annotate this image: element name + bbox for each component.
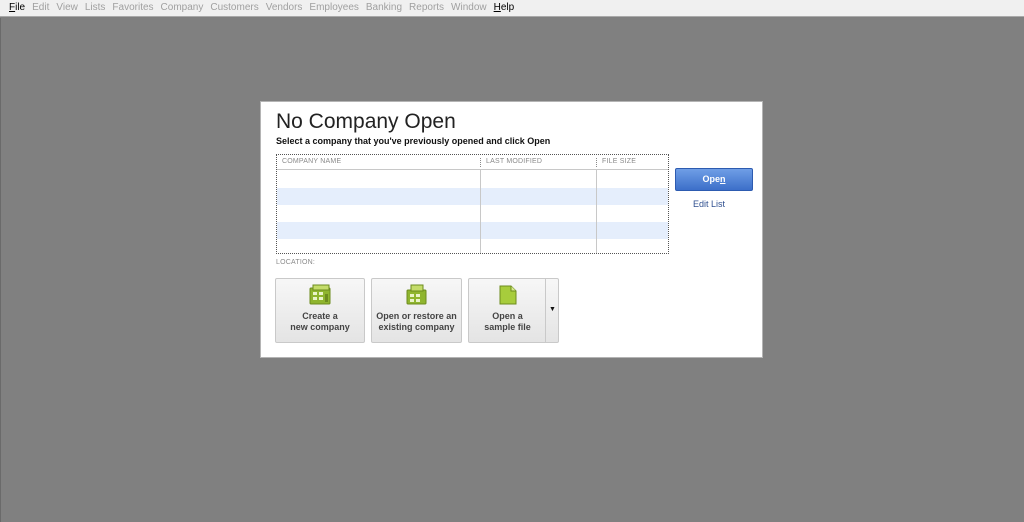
menu-file[interactable]: File — [9, 0, 25, 16]
menu-vendors[interactable]: Vendors — [266, 0, 303, 16]
column-header-company-name[interactable]: COMPANY NAME — [282, 158, 341, 165]
company-list-header: COMPANY NAME LAST MODIFIED FILE SIZE — [277, 155, 668, 170]
restore-line1: Open or restore an — [376, 311, 457, 321]
menu-favorites[interactable]: Favorites — [112, 0, 153, 16]
edit-list-link[interactable]: Edit List — [693, 199, 725, 209]
dropdown-arrow-icon: ▼ — [549, 306, 556, 313]
menu-edit[interactable]: Edit — [32, 0, 49, 16]
location-label: LOCATION: — [276, 259, 315, 266]
column-separator[interactable] — [596, 158, 597, 167]
create-line1: Create a — [302, 311, 338, 321]
create-line2: new company — [290, 322, 350, 332]
menu-customers[interactable]: Customers — [210, 0, 258, 16]
column-divider — [596, 170, 597, 253]
no-company-open-dialog: No Company Open Select a company that yo… — [260, 101, 763, 358]
open-button[interactable]: Open — [675, 168, 753, 191]
menu-bar: File Edit View Lists Favorites Company C… — [0, 0, 1024, 17]
new-company-icon — [309, 284, 333, 306]
menu-reports[interactable]: Reports — [409, 0, 444, 16]
column-separator[interactable] — [480, 158, 481, 167]
menu-company[interactable]: Company — [161, 0, 204, 16]
menu-employees[interactable]: Employees — [309, 0, 358, 16]
sample-line1: Open a — [492, 311, 523, 321]
column-header-file-size[interactable]: FILE SIZE — [602, 158, 636, 165]
restore-line2: existing company — [378, 322, 454, 332]
dialog-subtitle: Select a company that you've previously … — [276, 136, 550, 146]
create-new-company-button[interactable]: Create anew company — [275, 278, 365, 343]
existing-company-icon — [405, 284, 429, 306]
list-row[interactable] — [277, 205, 668, 222]
list-row[interactable] — [277, 239, 668, 254]
list-row[interactable] — [277, 222, 668, 239]
menu-banking[interactable]: Banking — [366, 0, 402, 16]
sample-file-dropdown[interactable]: ▼ — [546, 279, 559, 342]
column-divider — [480, 170, 481, 253]
open-sample-file-button[interactable]: Open asample file ▼ — [468, 278, 559, 343]
company-list[interactable]: COMPANY NAME LAST MODIFIED FILE SIZE — [276, 154, 669, 254]
menu-lists[interactable]: Lists — [85, 0, 106, 16]
list-row[interactable] — [277, 188, 668, 205]
list-row[interactable] — [277, 171, 668, 188]
menu-window[interactable]: Window — [451, 0, 487, 16]
open-restore-company-button[interactable]: Open or restore anexisting company — [371, 278, 462, 343]
menu-view[interactable]: View — [56, 0, 78, 16]
dialog-title: No Company Open — [276, 109, 456, 135]
sample-line2: sample file — [484, 322, 531, 332]
column-header-last-modified[interactable]: LAST MODIFIED — [486, 158, 542, 165]
menu-help[interactable]: Help — [494, 0, 515, 16]
sample-file-icon — [498, 284, 518, 306]
